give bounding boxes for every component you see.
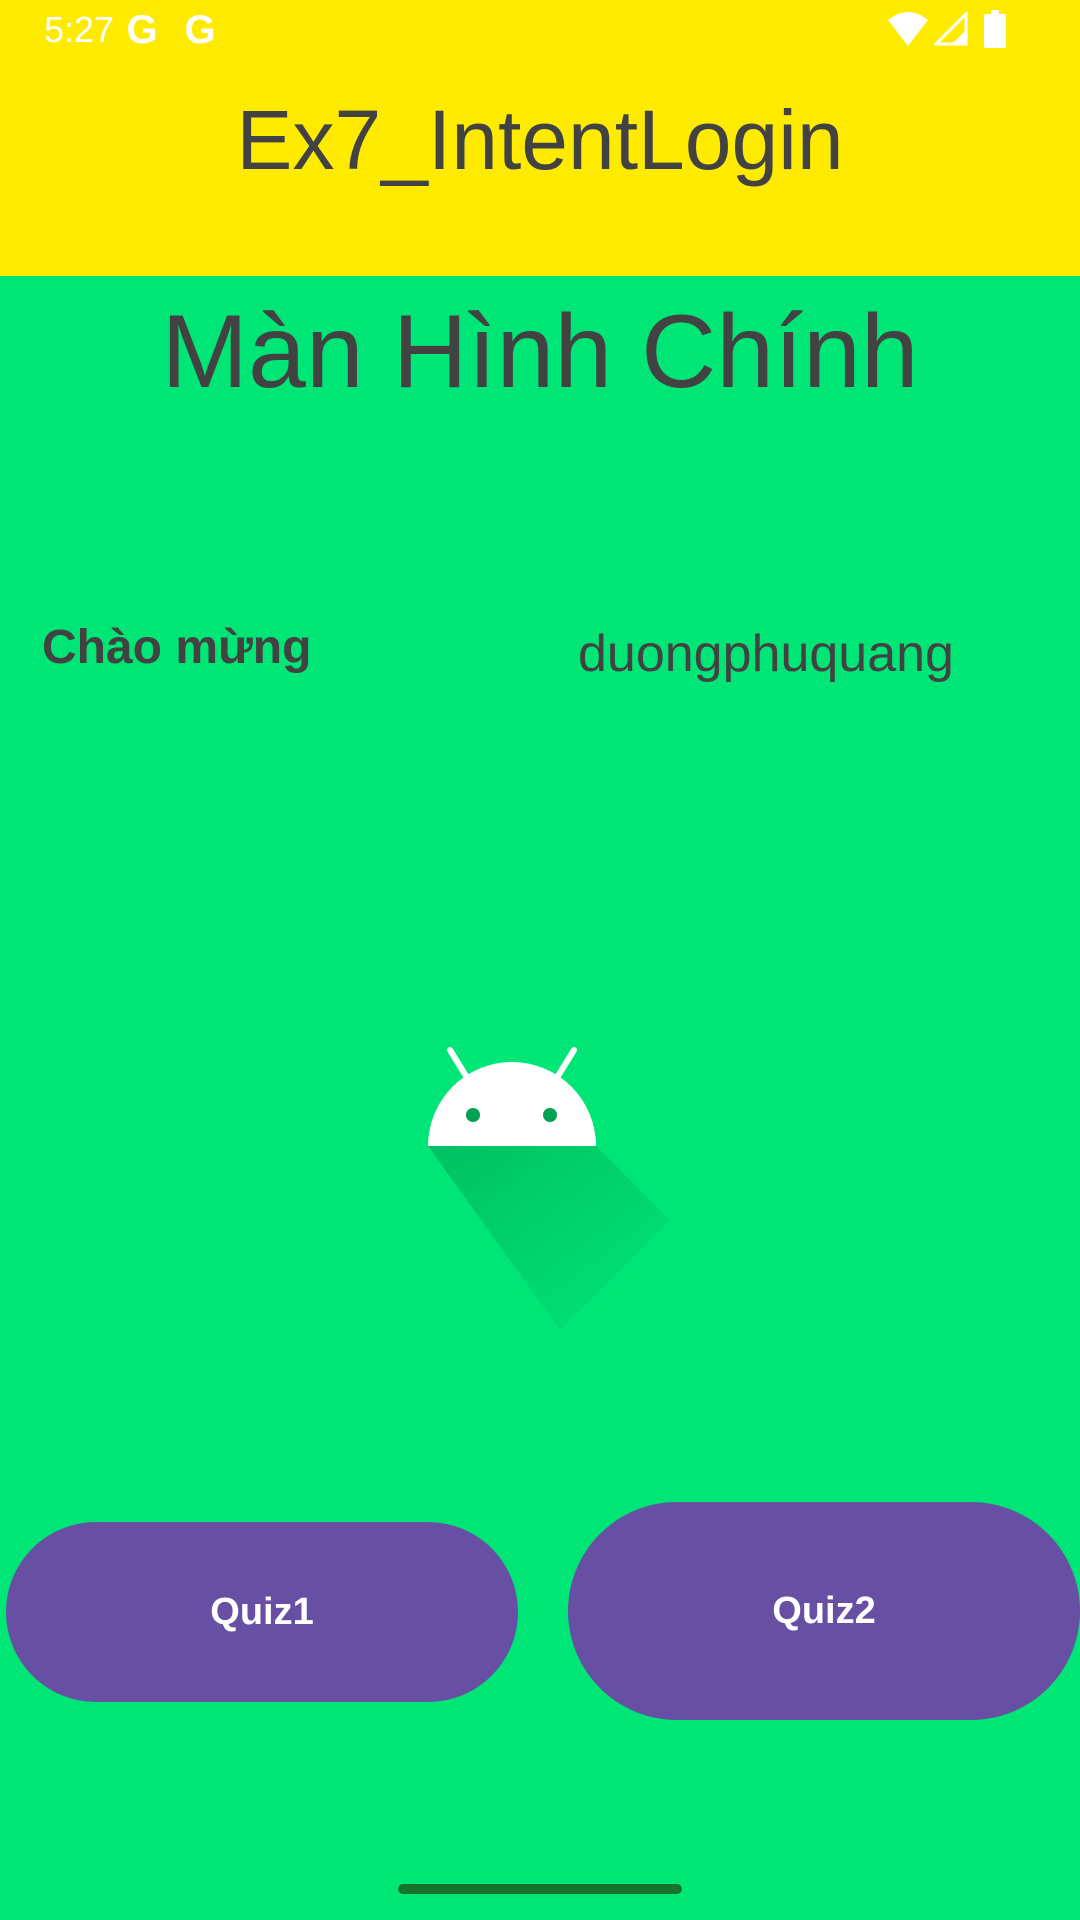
welcome-label: Chào mừng <box>42 621 312 674</box>
app-bar: 5:27 G G Ex7_IntentLogin <box>0 0 1080 276</box>
wifi-icon <box>888 12 928 46</box>
home-indicator[interactable] <box>398 1884 682 1894</box>
username-text: duongphuquang <box>578 625 954 683</box>
google-icon: G <box>184 8 216 52</box>
battery-icon <box>984 10 1006 48</box>
status-bar: 5:27 G G <box>0 0 1080 62</box>
android-logo-icon <box>428 1047 670 1330</box>
status-time: 5:27 <box>44 9 115 50</box>
signal-icon <box>934 12 968 46</box>
screen-heading: Màn Hình Chính <box>161 294 919 410</box>
quiz2-button[interactable]: Quiz2 <box>568 1502 1080 1720</box>
quiz1-button[interactable]: Quiz1 <box>6 1522 518 1702</box>
app-title: Ex7_IntentLogin <box>236 93 844 187</box>
google-icon: G <box>126 8 158 52</box>
